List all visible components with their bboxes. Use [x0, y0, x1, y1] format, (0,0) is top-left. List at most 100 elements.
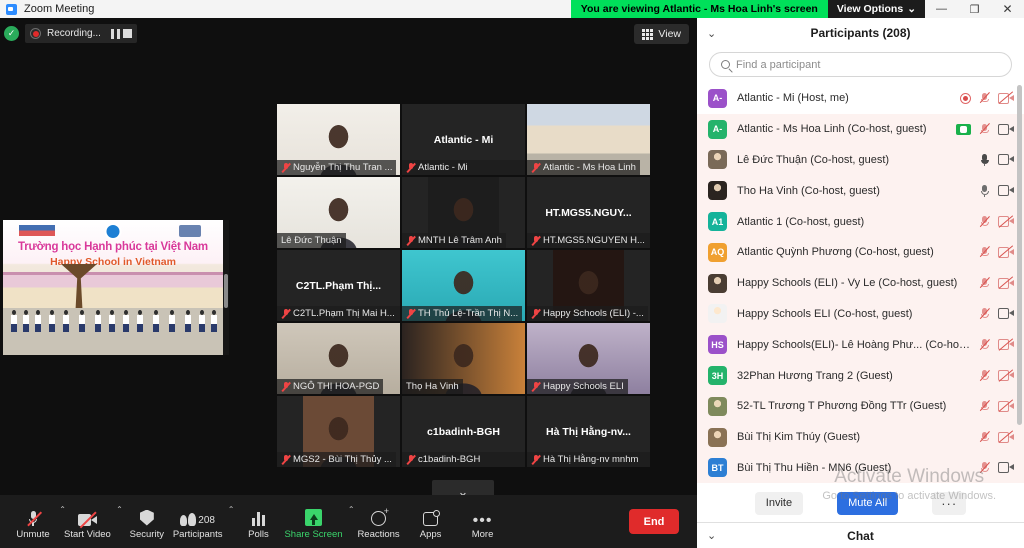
participant-row[interactable]: Lê Đức Thuận (Co-host, guest): [697, 144, 1024, 176]
microphone-off-icon: [531, 381, 540, 392]
microphone-off-icon[interactable]: [979, 461, 991, 474]
video-tile[interactable]: C2TL.Phạm Thị... C2TL.Phạm Thị Mai H...: [277, 250, 400, 321]
chat-collapse-icon[interactable]: ⌄: [707, 529, 716, 542]
participant-row[interactable]: Happy Schools ELI (Co-host, guest): [697, 298, 1024, 330]
chat-section-header[interactable]: ⌄ Chat: [697, 522, 1024, 548]
participant-row[interactable]: Bùi Thị Kim Thúy (Guest): [697, 421, 1024, 453]
invite-button[interactable]: Invite: [754, 491, 804, 515]
video-tile-row: C2TL.Phạm Thị... C2TL.Phạm Thị Mai H... TH…: [277, 250, 650, 321]
toolbar-reactions-button[interactable]: Reactions: [353, 499, 405, 545]
camera-off-icon[interactable]: [998, 399, 1014, 413]
participant-row[interactable]: A- Atlantic - Ms Hoa Linh (Co-host, guest…: [697, 113, 1024, 145]
toolbar-participants-button[interactable]: 208 Participants ⌃: [173, 499, 235, 545]
video-tile[interactable]: Happy Schools ELI: [527, 323, 650, 394]
video-tile[interactable]: Hà Thị Hằng-nv... Hà Thị Hằng-nv mnhm: [527, 396, 650, 467]
tile-name-label: MNTH Lê Trâm Anh: [418, 235, 502, 246]
participant-row[interactable]: Tho Ha Vinh (Co-host, guest): [697, 175, 1024, 207]
microphone-off-icon[interactable]: [979, 92, 991, 105]
camera-on-icon[interactable]: [998, 123, 1014, 135]
toolbar-share-screen-button[interactable]: Share Screen ⌃: [284, 499, 354, 545]
participants-list[interactable]: A- Atlantic - Mi (Host, me) A- Atlantic - M…: [697, 83, 1024, 484]
video-tile[interactable]: HT.MGS5.NGUY... HT.MGS5.NGUYEN H...: [527, 177, 650, 248]
shared-screen-content[interactable]: Trường học Hạnh phúc tại Việt Nam Happy …: [3, 220, 229, 355]
toolbar-apps-button[interactable]: Apps: [405, 499, 457, 545]
view-button[interactable]: View: [634, 24, 689, 44]
stop-icon[interactable]: [122, 29, 132, 38]
shared-screen-scrollbar[interactable]: [223, 220, 229, 355]
view-options-button[interactable]: View Options ⌄: [827, 0, 925, 18]
camera-off-icon[interactable]: [998, 430, 1014, 444]
avatar: 3H: [708, 366, 727, 386]
panel-collapse-icon[interactable]: ⌄: [707, 27, 716, 40]
camera-off-icon[interactable]: [998, 91, 1014, 105]
microphone-off-icon[interactable]: [979, 369, 991, 382]
search-input[interactable]: Find a participant: [709, 52, 1012, 77]
microphone-off-icon[interactable]: [979, 338, 991, 351]
maximize-button[interactable]: ❐: [958, 0, 991, 18]
participant-row[interactable]: HS Happy Schools(ELI)- Lê Hoàng Phư... (C…: [697, 329, 1024, 361]
view-options-label: View Options: [836, 3, 904, 15]
video-tile[interactable]: Happy Schools (ELI) -...: [527, 250, 650, 321]
microphone-off-icon[interactable]: [979, 246, 991, 259]
video-tile[interactable]: Thọ Ha Vinh: [402, 323, 525, 394]
tile-nameplate: Happy Schools (ELI) -...: [527, 306, 648, 321]
participant-row[interactable]: BT Bùi Thị Thu Hiền - MN6 (Guest): [697, 452, 1024, 484]
video-tile[interactable]: Nguyễn Thị Thu Tran ...: [277, 104, 400, 175]
microphone-off-icon[interactable]: [979, 431, 991, 444]
avatar: [708, 150, 727, 170]
microphone-off-icon[interactable]: [979, 215, 991, 228]
participant-status-icons: [960, 91, 1014, 105]
participant-row[interactable]: A- Atlantic - Mi (Host, me): [697, 83, 1024, 114]
camera-on-icon[interactable]: [998, 185, 1014, 197]
toolbar-polls-button[interactable]: Polls: [232, 499, 284, 545]
toolbar-start-video-button[interactable]: Start Video ⌃: [64, 499, 123, 545]
avatar: A-: [708, 88, 727, 108]
toolbar-unmute-button[interactable]: Unmute ⌃: [12, 499, 66, 545]
participant-row[interactable]: A1 Atlantic 1 (Co-host, guest): [697, 206, 1024, 237]
video-tile[interactable]: MGS2 - Bùi Thị Thủy ...: [277, 396, 400, 467]
camera-off-icon[interactable]: [998, 214, 1014, 228]
participant-name: Happy Schools(ELI)- Lê Hoàng Phư... (Co-…: [737, 338, 973, 351]
camera-on-icon[interactable]: [998, 308, 1014, 320]
slide-yard: [3, 308, 223, 355]
participant-row[interactable]: 3H 32Phan Hương Trang 2 (Guest): [697, 360, 1024, 391]
minimize-button[interactable]: —: [925, 0, 958, 18]
video-tile[interactable]: MNTH Lê Trâm Anh: [402, 177, 525, 248]
microphone-off-icon[interactable]: [979, 400, 991, 413]
participants-more-button[interactable]: ···: [932, 491, 967, 515]
participant-name: Atlantic Quỳnh Phương (Co-host, guest): [737, 246, 934, 259]
reactions-icon: [371, 506, 389, 526]
camera-off-icon[interactable]: [998, 276, 1014, 290]
microphone-off-icon[interactable]: [979, 277, 991, 290]
video-tile[interactable]: NGÔ THỊ HOA-PGD: [277, 323, 400, 394]
microphone-off-icon[interactable]: [979, 123, 991, 136]
participant-name: Lê Đức Thuận (Co-host, guest): [737, 153, 890, 166]
participant-row[interactable]: 52-TL Trương T Phương Đồng TTr (Guest): [697, 390, 1024, 422]
microphone-on-icon[interactable]: [979, 184, 990, 198]
toolbar-security-button[interactable]: Security: [121, 499, 173, 545]
camera-on-icon[interactable]: [998, 154, 1014, 166]
video-tile[interactable]: c1badinh-BGH c1badinh-BGH: [402, 396, 525, 467]
shield-check-icon[interactable]: ✓: [4, 26, 19, 41]
camera-off-icon[interactable]: [998, 245, 1014, 259]
end-meeting-button[interactable]: End: [629, 509, 679, 534]
camera-on-icon[interactable]: [998, 462, 1014, 474]
video-tile[interactable]: Lê Đức Thuận: [277, 177, 400, 248]
toolbar-label: Share Screen: [284, 528, 343, 540]
camera-off-icon[interactable]: [998, 368, 1014, 382]
participants-scrollbar[interactable]: [1017, 85, 1022, 425]
mute-all-button[interactable]: Mute All: [837, 491, 899, 515]
toolbar-more-button[interactable]: ••• More: [457, 499, 509, 545]
participant-row[interactable]: AQ Atlantic Quỳnh Phương (Co-host, guest): [697, 236, 1024, 268]
video-tile[interactable]: Atlantic - Mi Atlantic - Mi: [402, 104, 525, 175]
camera-off-icon[interactable]: [998, 338, 1014, 351]
video-tile[interactable]: Atlantic - Ms Hoa Linh: [527, 104, 650, 175]
microphone-on-icon[interactable]: [979, 153, 990, 167]
logo-happy-schools-icon: [179, 225, 201, 237]
pause-icon[interactable]: [110, 28, 120, 39]
recording-indicator: Recording...: [25, 24, 137, 43]
microphone-off-icon[interactable]: [979, 307, 991, 320]
close-button[interactable]: ✕: [991, 0, 1024, 18]
participant-row[interactable]: Happy Schools (ELI) - Vy Le (Co-host, gu…: [697, 267, 1024, 299]
video-tile[interactable]: TH Thủ Lệ-Trần Thị N...: [402, 250, 525, 321]
